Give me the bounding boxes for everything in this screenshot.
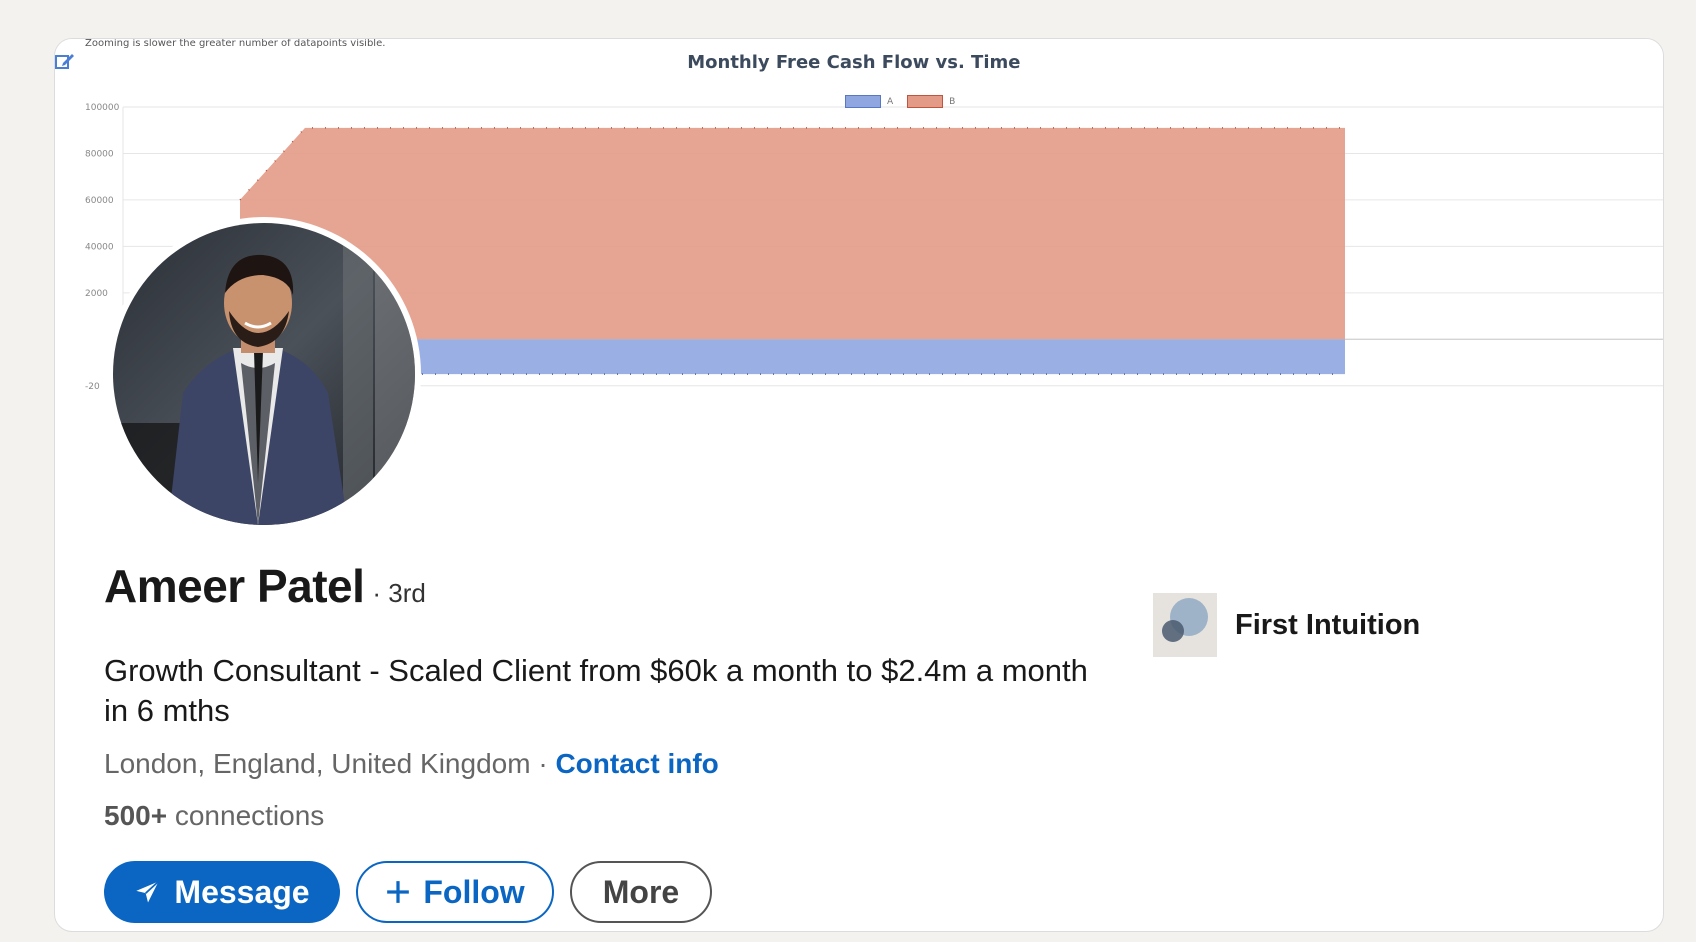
connections-number: 500+ xyxy=(104,800,168,831)
y-tick-label: 60000 xyxy=(85,196,114,206)
name-row: Ameer Patel · 3rd xyxy=(104,559,426,613)
location-row: London, England, United Kingdom · Contac… xyxy=(104,748,719,780)
zoom-note: Zooming is slower the greater number of … xyxy=(85,38,386,49)
message-label: Message xyxy=(174,873,310,910)
connections-count[interactable]: 500+ connections xyxy=(104,800,324,832)
y-tick-label: 100000 xyxy=(85,103,120,113)
y-tick-label: 80000 xyxy=(85,149,114,159)
more-label: More xyxy=(602,873,680,910)
connections-label: connections xyxy=(167,800,325,831)
follow-button[interactable]: Follow xyxy=(356,861,554,923)
profile-photo xyxy=(113,223,415,525)
chart-title-text: Monthly Free Cash Flow vs. Time xyxy=(687,52,1021,73)
chart-legend: A B xyxy=(845,95,955,108)
send-icon xyxy=(134,878,162,906)
chart-title: Monthly Free Cash Flow vs. Time xyxy=(55,52,1663,73)
profile-headline: Growth Consultant - Scaled Client from $… xyxy=(104,653,1088,728)
contact-info-link[interactable]: Contact info xyxy=(555,748,718,779)
y-tick-label: -20 xyxy=(85,382,100,392)
company-logo xyxy=(1153,593,1217,657)
plus-icon xyxy=(385,879,411,905)
legend-label-b: B xyxy=(949,96,956,107)
separator: · xyxy=(530,748,556,779)
company-name: First Intuition xyxy=(1235,608,1421,641)
legend-label-a: A xyxy=(887,96,894,107)
profile-location: London, England, United Kingdom xyxy=(104,748,531,779)
message-button[interactable]: Message xyxy=(104,861,340,923)
y-tick-label: 40000 xyxy=(85,242,114,252)
legend-swatch-b xyxy=(907,95,944,108)
profile-avatar[interactable] xyxy=(107,217,421,531)
y-tick-label: 2000 xyxy=(85,289,108,299)
legend-swatch-a xyxy=(845,95,881,108)
profile-name: Ameer Patel xyxy=(104,560,365,612)
profile-card: 100000 80000 60000 40000 2000 -20 Zooming is … xyxy=(54,38,1664,932)
connection-degree: · 3rd xyxy=(372,578,426,608)
follow-label: Follow xyxy=(423,873,525,910)
current-company[interactable]: First Intuition xyxy=(1153,593,1420,657)
more-button[interactable]: More xyxy=(570,861,712,923)
